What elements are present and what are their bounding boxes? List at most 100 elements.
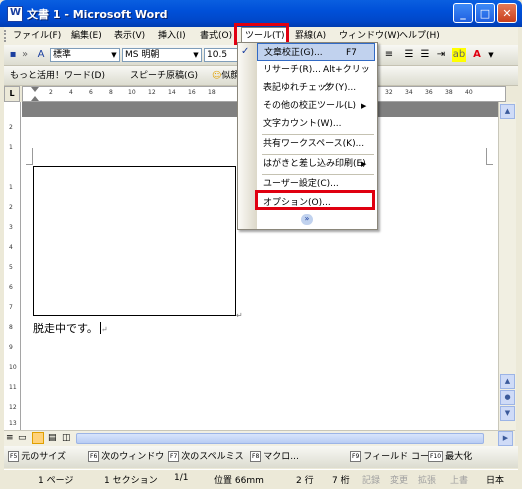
ruler-label: 38 bbox=[445, 89, 453, 96]
bullets-icon[interactable]: ☰ bbox=[418, 48, 432, 62]
ruler-label: 16 bbox=[188, 89, 196, 96]
margin-corner-mark bbox=[486, 148, 493, 165]
chevron-down-icon[interactable]: ▼ bbox=[109, 49, 119, 61]
submenu-arrow-icon: ▶ bbox=[361, 102, 367, 110]
more-word-button[interactable]: もっと活用！ワード(D) bbox=[10, 69, 105, 83]
close-button[interactable]: ✕ bbox=[497, 3, 517, 23]
menu-item-label: 共有ワークスペース(K)... bbox=[263, 139, 365, 149]
menu-grip[interactable] bbox=[4, 30, 9, 42]
previous-page-button[interactable]: ▲ bbox=[500, 374, 515, 389]
menu-item-label: 文字カウント(W)... bbox=[263, 119, 342, 129]
status-ext[interactable]: 拡張 bbox=[418, 473, 436, 486]
ruler-label: 2 bbox=[49, 89, 53, 96]
paragraph-mark: ↵ bbox=[100, 325, 108, 334]
vertical-ruler[interactable]: 2 1 1 2 3 4 5 6 7 8 9 10 11 12 13 bbox=[4, 102, 21, 430]
fkey-label: F5 bbox=[8, 451, 20, 462]
minimize-button[interactable]: _ bbox=[453, 3, 473, 23]
toolbar-options-icon[interactable]: » bbox=[18, 48, 32, 62]
highlight-icon[interactable]: ab bbox=[452, 48, 466, 62]
menu-item-notation-check[interactable]: 表記ゆれチェック(Y)... bbox=[257, 79, 375, 97]
font-size-value: 10.5 bbox=[207, 50, 228, 60]
vruler-label: 8 bbox=[9, 324, 13, 331]
outline-view-icon[interactable]: ◫ bbox=[62, 433, 71, 443]
vruler-label: 2 bbox=[9, 124, 13, 131]
document-text[interactable]: 脱走中です。 ↵ bbox=[33, 320, 108, 336]
reading-view-icon[interactable]: ▤ bbox=[48, 433, 57, 443]
speech-script-button[interactable]: スピーチ原稿(G) bbox=[130, 69, 198, 83]
horizontal-scroll-thumb[interactable] bbox=[76, 433, 484, 444]
font-size-combo[interactable]: 10.5 bbox=[204, 48, 240, 62]
next-page-button[interactable]: ▼ bbox=[500, 406, 515, 421]
style-combo[interactable]: 標準 ▼ bbox=[50, 48, 120, 62]
left-indent-marker[interactable] bbox=[31, 96, 39, 101]
fkey-f10[interactable]: F10 最大化 bbox=[428, 450, 472, 464]
menu-file[interactable]: ファイル(F) bbox=[10, 27, 64, 45]
fkey-text: 最大化 bbox=[445, 452, 473, 462]
horizontal-scrollbar[interactable]: ≡ ▭ ▤ ◫ ◀ ▶ bbox=[4, 430, 515, 446]
menu-item-label: その他の校正ツール(L) bbox=[263, 101, 357, 111]
expand-menu-icon[interactable]: » bbox=[301, 214, 313, 225]
menu-edit[interactable]: 編集(E) bbox=[68, 27, 105, 45]
font-combo[interactable]: MS 明朝 ▼ bbox=[122, 48, 202, 62]
menu-item-label: ユーザー設定(C)... bbox=[263, 179, 339, 189]
fkey-f7[interactable]: F7 次のスペルミス bbox=[168, 450, 244, 464]
text-box-frame[interactable] bbox=[33, 166, 236, 316]
function-key-bar: F5 元のサイズ F6 次のウィンドウ F7 次のスペルミス F8 マクロ... F9 フ… bbox=[4, 446, 518, 468]
menu-view[interactable]: 表示(V) bbox=[111, 27, 148, 45]
vruler-label: 4 bbox=[9, 244, 13, 251]
normal-view-icon[interactable]: ≡ bbox=[6, 433, 14, 443]
scroll-right-button[interactable]: ▶ bbox=[498, 431, 513, 446]
ruler-label: 14 bbox=[168, 89, 176, 96]
menu-item-word-count[interactable]: 文字カウント(W)... bbox=[257, 115, 375, 133]
ruler-label: 6 bbox=[89, 89, 93, 96]
ruler-label: 10 bbox=[128, 89, 136, 96]
status-rec[interactable]: 記録 bbox=[362, 473, 380, 486]
menu-item-label: 文章校正(G)... bbox=[264, 48, 323, 58]
scroll-up-button[interactable]: ▲ bbox=[500, 104, 515, 119]
chevron-down-icon[interactable]: ▼ bbox=[484, 48, 498, 62]
status-ovr[interactable]: 上書 bbox=[450, 473, 468, 486]
word-app-icon[interactable] bbox=[7, 6, 23, 22]
fkey-f6[interactable]: F6 次のウィンドウ bbox=[88, 450, 164, 464]
print-layout-view-icon[interactable] bbox=[32, 432, 44, 444]
fkey-f9[interactable]: F9 フィールド コー.. bbox=[350, 450, 435, 464]
ruler-label: 34 bbox=[405, 89, 413, 96]
vruler-label: 1 bbox=[9, 184, 13, 191]
menu-item-mail-merge[interactable]: はがきと差し込み印刷(E) ▶ bbox=[257, 155, 375, 173]
web-view-icon[interactable]: ▭ bbox=[18, 433, 27, 443]
paragraph-mark: ↵ bbox=[236, 311, 243, 320]
numbering-icon[interactable]: ☰ bbox=[402, 48, 416, 62]
ruler-label: 12 bbox=[148, 89, 156, 96]
maximize-button[interactable]: □ bbox=[475, 3, 495, 23]
tab-selector[interactable]: L bbox=[4, 86, 20, 102]
font-color-icon[interactable]: A bbox=[470, 48, 484, 62]
fkey-f5[interactable]: F5 元のサイズ bbox=[8, 450, 66, 464]
ruler-label: 40 bbox=[465, 89, 473, 96]
vruler-label: 6 bbox=[9, 284, 13, 291]
line-spacing-icon[interactable]: ≡ bbox=[382, 48, 396, 62]
menu-format[interactable]: 書式(O) bbox=[197, 27, 235, 45]
menu-insert[interactable]: 挿入(I) bbox=[155, 27, 189, 45]
menu-item-research[interactable]: リサーチ(R)... Alt+クリック bbox=[257, 61, 375, 93]
chevron-down-icon[interactable]: ▼ bbox=[191, 49, 201, 61]
select-browse-object-button[interactable]: ● bbox=[500, 390, 515, 405]
menu-item-label: リサーチ(R)... bbox=[263, 65, 321, 75]
menu-item-shared-workspace[interactable]: 共有ワークスペース(K)... bbox=[257, 135, 375, 153]
more-word-label: もっと活用！ワード(D) bbox=[10, 71, 105, 81]
menu-item-other-proofing[interactable]: その他の校正ツール(L) ▶ bbox=[257, 97, 375, 115]
submenu-arrow-icon: ▶ bbox=[361, 160, 367, 168]
menu-help[interactable]: ヘルプ(H) bbox=[396, 27, 443, 45]
first-line-indent-marker[interactable] bbox=[31, 87, 39, 92]
speech-script-label: スピーチ原稿(G) bbox=[130, 71, 198, 81]
vertical-scrollbar[interactable]: ▲ ▲ ● ▼ bbox=[498, 102, 516, 430]
portrait-button[interactable]: ☺似顔 bbox=[212, 69, 239, 83]
status-trk[interactable]: 変更 bbox=[390, 473, 408, 486]
indent-icon[interactable]: ⇥ bbox=[434, 48, 448, 62]
fkey-f8[interactable]: F8 マクロ... bbox=[250, 450, 299, 464]
vruler-label: 13 bbox=[9, 420, 17, 427]
vruler-label: 1 bbox=[9, 144, 13, 151]
style-value: 標準 bbox=[53, 50, 72, 60]
menu-item-spelling[interactable]: 文章校正(G)... F7 bbox=[257, 43, 375, 61]
styles-icon[interactable]: A bbox=[34, 48, 48, 62]
vruler-label: 11 bbox=[9, 384, 17, 391]
